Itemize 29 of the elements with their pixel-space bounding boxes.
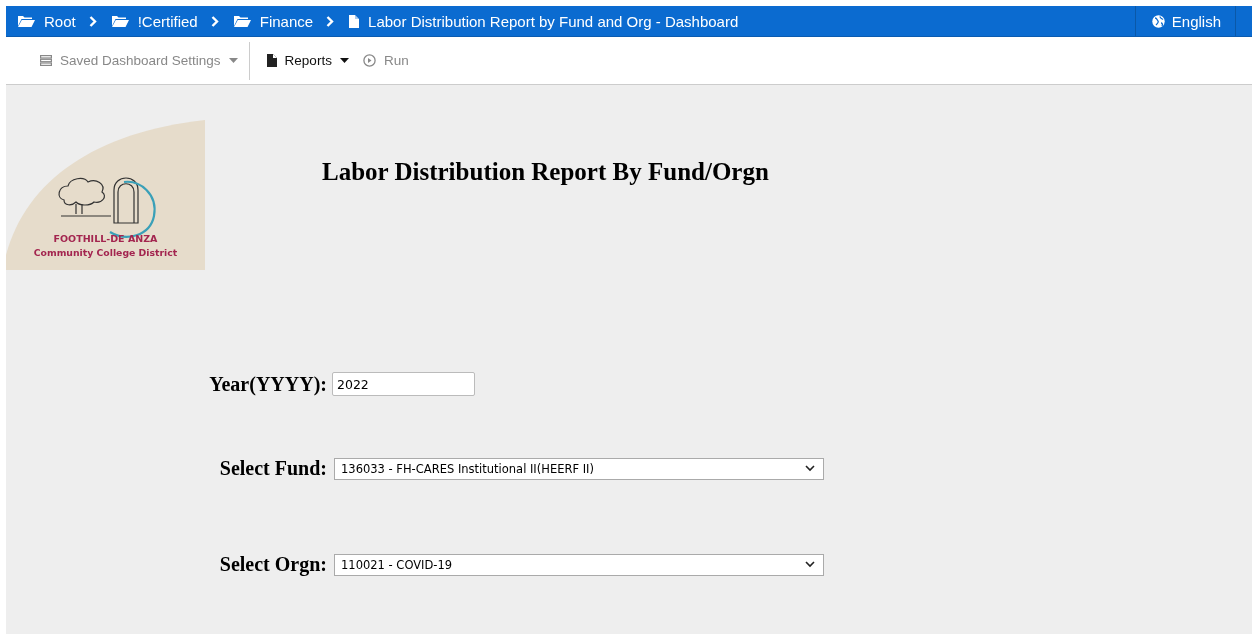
- chevron-down-icon: [805, 465, 815, 472]
- breadcrumb-link[interactable]: Root: [18, 12, 76, 30]
- breadcrumb-link[interactable]: Finance: [233, 12, 314, 30]
- field-label: Year(YYYY):: [209, 372, 327, 396]
- select-field[interactable]: 136033 - FH-CARES Institutional II(HEERF II): [334, 457, 824, 480]
- breadcrumb-link[interactable]: !Certified: [111, 12, 198, 30]
- logo-text: FOOTHILL-DE ANZA: [52, 233, 159, 244]
- field-label: Select Fund:: [219, 457, 327, 480]
- list-icon: [40, 55, 52, 66]
- year-field[interactable]: 2022: [332, 372, 475, 396]
- folder-icon: [233, 15, 251, 27]
- globe-icon: [1151, 14, 1165, 28]
- chevron-down-icon: [805, 561, 815, 568]
- chevron-icon: [88, 15, 97, 27]
- language-label: English: [1171, 12, 1221, 30]
- document-icon: [349, 14, 360, 28]
- folder-icon: [111, 15, 129, 27]
- language-selector[interactable]: English: [1134, 6, 1236, 36]
- chevron-icon: [326, 15, 335, 27]
- field-label: Select Orgn:: [219, 553, 327, 576]
- reports-menu-button[interactable]: Reports: [266, 53, 349, 68]
- document-icon: [266, 54, 277, 67]
- folder-icon: [18, 15, 35, 27]
- logo-text: Community College District: [32, 247, 179, 258]
- chevron-icon: [210, 15, 219, 27]
- breadcrumb-link[interactable]: Labor Distribution Report by Fund and Org - Dashboard: [349, 12, 739, 30]
- play-circle-icon: [362, 54, 376, 67]
- select-field[interactable]: 110021 - COVID-19: [334, 553, 824, 576]
- report-title: Labor Distribution Report By Fund/Orgn: [322, 158, 769, 187]
